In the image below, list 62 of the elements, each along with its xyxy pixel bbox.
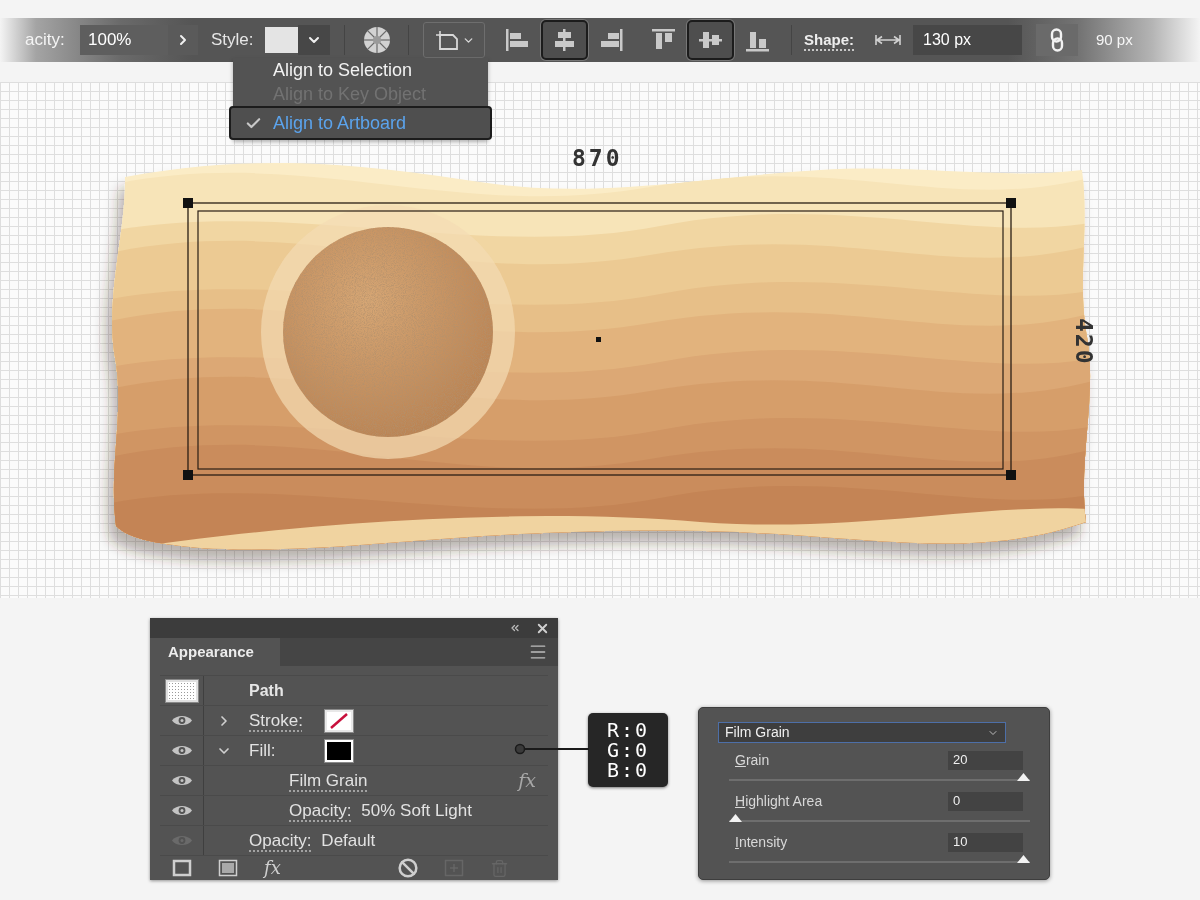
selection-handle[interactable] bbox=[183, 198, 193, 208]
slider-label: Grain bbox=[735, 750, 771, 770]
slider-label: Intensity bbox=[735, 832, 789, 852]
no-color-swatch-icon[interactable] bbox=[325, 709, 353, 732]
align-left-icon bbox=[505, 28, 530, 52]
color-wheel-icon[interactable] bbox=[362, 25, 392, 55]
attribute-label[interactable]: Film Grain bbox=[289, 767, 368, 794]
value-field[interactable]: 10 bbox=[948, 832, 1023, 852]
add-fill-icon[interactable] bbox=[218, 859, 238, 877]
center-point bbox=[596, 337, 601, 342]
attribute-label[interactable]: Stroke: bbox=[249, 707, 325, 734]
object-name: Path bbox=[249, 680, 284, 701]
object-thumbnail bbox=[165, 679, 198, 702]
height-value: 90 px bbox=[1096, 29, 1133, 50]
slider-thumb[interactable] bbox=[1017, 773, 1030, 781]
align-to-dropdown[interactable] bbox=[423, 22, 485, 58]
selection-handle[interactable] bbox=[1006, 470, 1016, 480]
artboard-icon bbox=[433, 29, 460, 51]
rgb-value: G:0 bbox=[606, 740, 650, 760]
width-dimension-label: 870 bbox=[572, 144, 623, 173]
width-field[interactable]: 130 px bbox=[913, 25, 1022, 55]
slider-thumb[interactable] bbox=[729, 814, 742, 822]
collapse-icon[interactable] bbox=[509, 622, 521, 634]
add-effect-button[interactable]: fx bbox=[264, 859, 281, 877]
eye-icon[interactable] bbox=[170, 804, 193, 817]
color-swatch-icon[interactable] bbox=[325, 739, 353, 762]
height-dimension-label: 420 bbox=[1069, 318, 1098, 366]
selection-handle[interactable] bbox=[1006, 198, 1016, 208]
eye-icon[interactable] bbox=[170, 774, 193, 787]
attribute-label[interactable]: Opacity: bbox=[249, 827, 312, 854]
shape-label[interactable]: Shape: bbox=[804, 28, 854, 52]
menu-item[interactable]: Align to Selection bbox=[233, 58, 488, 82]
panel-tab[interactable]: Appearance bbox=[150, 638, 280, 666]
align-right-icon bbox=[599, 28, 624, 52]
attribute-label[interactable]: Opacity: bbox=[289, 797, 352, 824]
attribute-label[interactable]: Fill: bbox=[249, 737, 325, 764]
align-button[interactable] bbox=[541, 20, 588, 60]
align-top-icon bbox=[651, 28, 676, 52]
clear-icon[interactable] bbox=[397, 858, 418, 878]
slider-label: Highlight Area bbox=[735, 791, 824, 811]
eye-icon[interactable] bbox=[170, 744, 193, 757]
value-field[interactable]: 20 bbox=[948, 750, 1023, 770]
value-field[interactable]: 0 bbox=[948, 791, 1023, 811]
rgb-value: B:0 bbox=[606, 760, 650, 780]
attribute-value: Default bbox=[321, 829, 376, 852]
eye-icon[interactable] bbox=[170, 714, 193, 727]
slider-thumb[interactable] bbox=[1017, 855, 1030, 863]
effect-dropdown[interactable]: Film Grain bbox=[718, 722, 1006, 743]
align-horizontal-center-icon bbox=[552, 28, 577, 52]
add-stroke-icon[interactable] bbox=[172, 859, 192, 877]
fx-button[interactable]: fx bbox=[518, 766, 536, 795]
style-dropdown-button[interactable] bbox=[298, 25, 330, 55]
selection-handle[interactable] bbox=[183, 470, 193, 480]
opacity-label: acity: bbox=[25, 29, 66, 52]
attribute-value: 50% Soft Light bbox=[361, 799, 472, 822]
style-swatch[interactable] bbox=[265, 27, 298, 53]
align-button[interactable] bbox=[687, 20, 734, 60]
rgb-value: R:0 bbox=[606, 720, 650, 740]
style-label: Style: bbox=[211, 29, 255, 52]
link-button[interactable] bbox=[1036, 24, 1078, 56]
width-icon bbox=[874, 33, 902, 47]
chain-link-icon bbox=[1050, 28, 1064, 52]
